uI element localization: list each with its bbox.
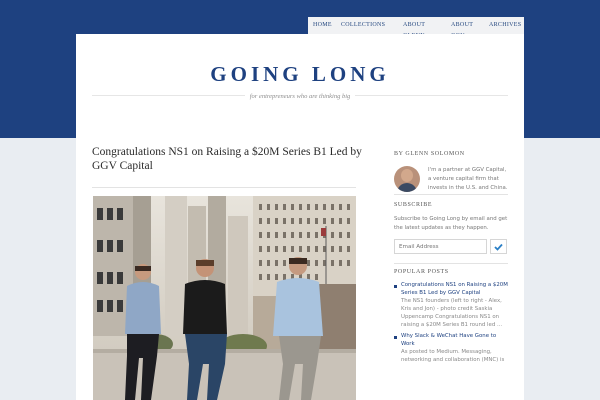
popular-post-excerpt: As posted to Medium. Messaging, networki…	[401, 349, 505, 363]
site-tagline: for entrepreneurs who are thinking big	[76, 93, 524, 100]
bullet-icon	[394, 285, 397, 288]
list-item: Congratulations NS1 on Raising a $20M Se…	[394, 281, 508, 329]
top-navigation: HOME COLLECTIONS ABOUT GLENN ABOUT GGV A…	[308, 17, 524, 39]
nav-collections[interactable]: COLLECTIONS	[341, 17, 386, 31]
nav-home[interactable]: HOME	[313, 17, 337, 31]
email-input[interactable]	[394, 239, 487, 254]
bullet-icon	[394, 336, 397, 339]
tagline-text: for entrepreneurs who are thinking big	[244, 93, 356, 100]
subscribe-heading: SUBSCRIBE	[394, 202, 433, 208]
popular-heading: POPULAR POSTS	[394, 269, 449, 275]
author-bio: I'm a partner at GGV Capital, a venture …	[428, 167, 508, 191]
post-title-divider	[92, 187, 356, 188]
post-featured-image[interactable]	[93, 196, 356, 400]
sidebar-divider-2	[394, 263, 508, 264]
site-title[interactable]: GOING LONG	[76, 62, 524, 87]
avatar[interactable]	[394, 166, 420, 192]
subscribe-button[interactable]	[490, 239, 507, 254]
post-title[interactable]: Congratulations NS1 on Raising a $20M Se…	[92, 146, 362, 173]
author-heading: BY GLENN SOLOMON	[394, 151, 465, 157]
popular-post-link[interactable]: Why Slack & WeChat Have Gone to Work	[401, 332, 508, 348]
check-icon	[494, 243, 503, 251]
subscribe-form	[394, 239, 508, 254]
nav-archives[interactable]: ARCHIVES	[489, 17, 522, 31]
popular-post-excerpt: The NS1 founders (left to right - Alex, …	[401, 298, 503, 328]
sidebar: BY GLENN SOLOMON I'm a partner at GGV Ca…	[394, 151, 508, 367]
list-item: Why Slack & WeChat Have Gone to Work As …	[394, 332, 508, 364]
subscribe-text: Subscribe to Going Long by email and get…	[394, 216, 508, 231]
popular-post-link[interactable]: Congratulations NS1 on Raising a $20M Se…	[401, 281, 508, 297]
author-block: I'm a partner at GGV Capital, a venture …	[394, 166, 508, 193]
popular-posts-list: Congratulations NS1 on Raising a $20M Se…	[394, 281, 508, 364]
sidebar-divider	[394, 194, 508, 195]
page-container: GOING LONG for entrepreneurs who are thi…	[76, 34, 524, 400]
